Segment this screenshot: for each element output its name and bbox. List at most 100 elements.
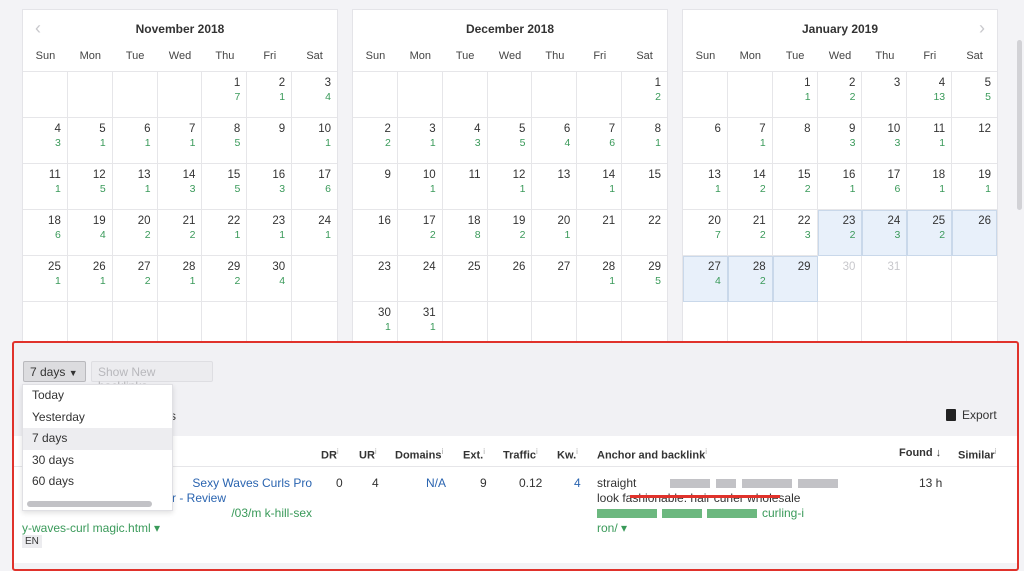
day-cell[interactable]: 28 1 [157,256,203,302]
day-cell[interactable]: 23 [353,256,398,302]
day-cell[interactable]: 24 1 [292,210,337,256]
day-cell[interactable]: 26 1 [67,256,113,302]
day-cell[interactable]: 25 1 [23,256,68,302]
day-cell[interactable]: 19 2 [487,210,533,256]
day-cell[interactable]: 13 [532,164,578,210]
day-cell[interactable]: 12 [622,72,667,118]
day-cell[interactable]: 29 5 [622,256,667,302]
day-cell[interactable]: 21 [247,72,293,118]
day-cell[interactable]: 13 1 [112,164,158,210]
day-cell[interactable]: 14 2 [727,164,773,210]
page-scrollbar[interactable] [1017,40,1022,210]
day-cell[interactable]: 4 13 [907,72,953,118]
day-cell[interactable]: 15 [622,164,667,210]
day-cell[interactable]: 34 [292,72,337,118]
day-cell[interactable]: 76 [577,118,623,164]
day-cell[interactable]: 31 [397,118,443,164]
day-cell[interactable]: 16 1 [817,164,863,210]
day-cell[interactable]: 93 [817,118,863,164]
day-cell[interactable]: 23 1 [247,210,293,256]
day-cell[interactable]: 14 3 [157,164,203,210]
day-cell[interactable]: 25 2 [907,210,953,256]
backlink-count: 1 [429,137,436,149]
day-cell[interactable]: 24 3 [862,210,908,256]
day-cell[interactable]: 27 [532,256,578,302]
day-cell[interactable]: 24 [397,256,443,302]
day-cell[interactable]: 10 3 [862,118,908,164]
day-cell[interactable]: 11 [772,72,818,118]
day-cell[interactable]: 29 [772,256,818,302]
day-cell[interactable]: 21 2 [157,210,203,256]
day-cell[interactable]: 28 1 [577,256,623,302]
day-cell[interactable]: 61 [112,118,158,164]
backlink-count: 1 [849,183,856,195]
day-cell[interactable]: 3 [862,72,908,118]
day-cell[interactable]: 22 3 [772,210,818,256]
day-cell[interactable]: 9 [353,164,398,210]
day-cell[interactable]: 18 6 [23,210,68,256]
day-number: 14 [182,169,196,181]
day-cell[interactable]: 27 2 [112,256,158,302]
day-cell[interactable]: 12 [952,118,997,164]
day-cell[interactable]: 22 [622,210,667,256]
day-number: 25 [932,215,946,227]
day-cell[interactable]: 19 4 [67,210,113,256]
day-cell[interactable]: 17 2 [397,210,443,256]
day-cell[interactable]: 18 1 [907,164,953,210]
day-cell[interactable]: 22 [353,118,398,164]
day-cell[interactable]: 31 [862,256,908,302]
day-cell[interactable]: 21 2 [727,210,773,256]
day-cell[interactable]: 12 1 [487,164,533,210]
day-cell[interactable]: 12 5 [67,164,113,210]
day-cell[interactable]: 27 4 [683,256,728,302]
day-number: 18 [48,215,61,227]
day-cell[interactable]: 19 1 [952,164,997,210]
day-cell[interactable]: 9 [247,118,293,164]
backlink-count: 3 [55,137,61,149]
backlink-count: 2 [804,183,811,195]
day-cell[interactable]: 22 1 [202,210,248,256]
day-cell[interactable]: 71 [727,118,773,164]
day-cell[interactable]: 28 2 [727,256,773,302]
weekday-label: Wed [168,50,192,62]
day-cell[interactable]: 23 2 [817,210,863,256]
day-cell[interactable]: 17 [202,72,248,118]
day-cell[interactable]: 16 [353,210,398,256]
day-cell[interactable]: 26 [952,210,997,256]
day-cell[interactable]: 11 1 [907,118,953,164]
day-cell[interactable]: 14 1 [577,164,623,210]
day-cell[interactable]: 17 6 [292,164,337,210]
day-cell[interactable]: 11 1 [23,164,68,210]
day-cell[interactable]: 16 3 [247,164,293,210]
day-cell[interactable]: 10 1 [292,118,337,164]
day-cell[interactable]: 30 4 [247,256,293,302]
day-cell[interactable]: 20 7 [683,210,728,256]
day-cell[interactable]: 13 1 [683,164,728,210]
day-cell[interactable]: 10 1 [397,164,443,210]
day-cell[interactable]: 21 [577,210,623,256]
day-cell[interactable]: 64 [532,118,578,164]
day-cell[interactable]: 26 [487,256,533,302]
day-cell[interactable]: 20 2 [112,210,158,256]
day-cell[interactable]: 51 [67,118,113,164]
day-cell[interactable]: 25 [442,256,488,302]
day-cell[interactable]: 71 [157,118,203,164]
day-cell[interactable]: 29 2 [202,256,248,302]
day-cell[interactable]: 43 [23,118,68,164]
day-cell[interactable]: 43 [442,118,488,164]
day-cell[interactable]: 85 [202,118,248,164]
day-cell[interactable]: 15 2 [772,164,818,210]
day-cell[interactable]: 55 [952,72,997,118]
day-cell[interactable]: 81 [622,118,667,164]
day-cell[interactable]: 55 [487,118,533,164]
day-cell[interactable]: 20 1 [532,210,578,256]
day-cell[interactable]: 17 6 [862,164,908,210]
day-cell[interactable]: 30 [817,256,863,302]
day-cell[interactable]: 18 8 [442,210,488,256]
weekday-label: Fri [923,50,937,62]
day-cell[interactable]: 15 5 [202,164,248,210]
day-cell[interactable]: 11 [442,164,488,210]
day-cell[interactable]: 8 [772,118,818,164]
day-cell[interactable]: 6 [683,118,728,164]
day-cell[interactable]: 22 [817,72,863,118]
